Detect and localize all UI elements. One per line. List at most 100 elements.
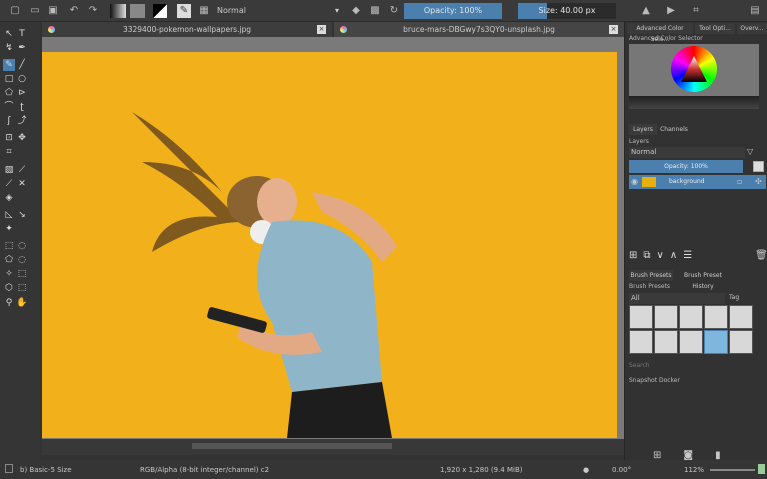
canvas-area[interactable] <box>42 37 624 455</box>
mirror-horizontal-icon[interactable]: ▲ <box>639 4 653 18</box>
alpha-icon[interactable]: ✣ <box>755 177 762 186</box>
freehand-path-icon[interactable]: ʈ <box>16 101 28 113</box>
multibrush-icon[interactable]: ⤴ <box>16 115 28 127</box>
gradient-swatch[interactable] <box>110 4 126 18</box>
close-tab-icon[interactable]: × <box>317 25 326 34</box>
freehand-select-icon[interactable]: ◌ <box>16 254 28 266</box>
ellipse-select-icon[interactable]: ◌ <box>16 240 28 252</box>
reload-icon[interactable]: ↻ <box>387 4 401 18</box>
opacity-slider[interactable]: Opacity: 100% <box>404 3 502 19</box>
brush-tool-icon[interactable]: ✎ <box>3 59 15 71</box>
bezier-tool-icon[interactable]: ⌒ <box>3 101 15 113</box>
move-tool-icon[interactable]: ✥ <box>16 132 28 144</box>
canvas-image[interactable] <box>42 52 617 438</box>
polyline-tool-icon[interactable]: ⊳ <box>16 87 28 99</box>
horizontal-scrollbar[interactable] <box>42 439 624 455</box>
tab-brush-preset-history[interactable]: Brush Preset History <box>675 270 731 290</box>
layer-blend-select[interactable]: Normal <box>629 147 745 158</box>
duplicate-layer-icon[interactable]: ⧉ <box>643 250 656 261</box>
text-tool-icon[interactable]: T <box>16 28 28 40</box>
fill-tool-icon[interactable]: ◈ <box>3 192 15 204</box>
brush-preset-paint[interactable] <box>729 330 753 354</box>
layer-properties-icon[interactable] <box>753 161 764 172</box>
ellipse-tool-icon[interactable]: ○ <box>16 73 28 85</box>
mirror-vertical-icon[interactable]: ▶ <box>664 4 678 18</box>
blend-mode-select[interactable]: Normal ▾ <box>213 4 343 18</box>
polygon-select-icon[interactable]: ⬠ <box>3 254 15 266</box>
delete-layer-icon[interactable]: 🗑 <box>755 250 767 261</box>
fg-bg-color-icon[interactable] <box>153 4 167 18</box>
brush-filter-select[interactable]: All <box>629 293 725 304</box>
tab-tool-options[interactable]: Tool Opti... <box>695 23 735 34</box>
move-up-icon[interactable]: ∧ <box>670 250 683 261</box>
brush-preset-basic-5-size[interactable] <box>704 330 728 354</box>
rectangle-tool-icon[interactable]: □ <box>3 73 15 85</box>
dynamic-brush-icon[interactable]: ʃ <box>3 115 15 127</box>
color-selector[interactable] <box>629 44 759 109</box>
brush-preset-airbrush[interactable] <box>679 305 703 329</box>
color-history[interactable] <box>629 96 759 109</box>
filter-icon[interactable]: ▽ <box>747 147 753 156</box>
tab-layers[interactable]: Layers <box>629 124 657 135</box>
similar-select-icon[interactable]: ⬚ <box>16 268 28 280</box>
tab-pokemon-wallpapers[interactable]: 3329400-pokemon-wallpapers.jpg × <box>42 22 332 37</box>
layer-opacity-slider[interactable]: Opacity: 100% <box>629 160 743 173</box>
tag-button[interactable]: Tag <box>729 294 739 301</box>
transform-tool-icon[interactable]: ⊡ <box>3 132 15 144</box>
edit-shape-icon[interactable]: ↯ <box>3 42 15 54</box>
zoom-slider[interactable] <box>710 469 755 471</box>
brush-preset-basic[interactable] <box>629 330 653 354</box>
gradient-tool-icon[interactable]: ▧ <box>3 164 15 176</box>
magnetic-select-icon[interactable]: ⬚ <box>16 282 28 294</box>
assistant-tool-icon[interactable]: ✕ <box>16 178 28 190</box>
pan-tool-icon[interactable]: ✋ <box>16 297 28 309</box>
crop-tool-icon[interactable]: ⌗ <box>3 146 15 158</box>
layer-row[interactable]: ◉ background ▫ ✣ <box>629 175 766 189</box>
rotation-icon[interactable]: ● <box>583 466 589 474</box>
brush-preset-pencil-blue[interactable] <box>654 305 678 329</box>
redo-icon[interactable]: ↷ <box>86 4 100 18</box>
fit-icon[interactable] <box>758 464 765 474</box>
smart-patch-icon[interactable]: ⟋ <box>3 178 15 190</box>
tab-advanced-color-selector[interactable]: Advanced Color Sele... <box>627 23 693 43</box>
brush-preset-soft[interactable] <box>654 330 678 354</box>
tab-bruce-mars[interactable]: bruce-mars-DBGwy7s3QY0-unsplash.jpg × <box>334 22 624 37</box>
bezier-select-icon[interactable]: ⬡ <box>3 282 15 294</box>
docker-toggle-icon[interactable]: ▤ <box>748 4 762 18</box>
status-brush[interactable]: b) Basic-5 Size <box>20 466 72 474</box>
size-slider[interactable]: Size: 40.00 px <box>518 3 616 19</box>
move-down-icon[interactable]: ∨ <box>657 250 670 261</box>
color-picker-icon[interactable]: ⟋ <box>16 164 28 176</box>
open-folder-icon[interactable]: ▭ <box>28 4 42 18</box>
rect-select-icon[interactable]: ⬚ <box>3 240 15 252</box>
scrollbar-thumb[interactable] <box>192 443 392 449</box>
grid-icon[interactable]: ▦ <box>197 4 211 18</box>
save-icon[interactable]: ▣ <box>46 4 60 18</box>
tab-brush-presets[interactable]: Brush Presets <box>629 270 673 281</box>
tab-channels[interactable]: Channels <box>659 124 689 135</box>
brush-preset-icon[interactable]: ✎ <box>177 4 191 18</box>
lock-icon[interactable]: ▫ <box>737 177 742 186</box>
alpha-lock-icon[interactable]: ▩ <box>368 4 382 18</box>
reference-tool-icon[interactable]: ↘ <box>16 209 28 221</box>
eraser-icon[interactable]: ◆ <box>349 4 363 18</box>
polygon-tool-icon[interactable]: ⬠ <box>3 87 15 99</box>
brush-search-input[interactable]: Search <box>629 362 650 369</box>
measure-tool-icon[interactable]: ◺ <box>3 209 15 221</box>
select-arrow-icon[interactable]: ↖ <box>3 28 15 40</box>
brush-preset-eraser[interactable] <box>629 305 653 329</box>
brush-preset-blender[interactable] <box>679 330 703 354</box>
visibility-eye-icon[interactable]: ◉ <box>631 177 638 186</box>
brush-preset-marker[interactable] <box>729 305 753 329</box>
new-document-icon[interactable]: ▢ <box>8 4 22 18</box>
calligraphy-icon[interactable]: ✒ <box>16 42 28 54</box>
undo-icon[interactable]: ↶ <box>67 4 81 18</box>
pattern-swatch[interactable] <box>130 4 145 18</box>
zoom-tool-icon[interactable]: ⚲ <box>3 297 15 309</box>
wrap-icon[interactable]: ⌗ <box>689 4 703 18</box>
contiguous-select-icon[interactable]: ✧ <box>3 268 15 280</box>
close-tab-icon[interactable]: × <box>609 25 618 34</box>
pin-icon[interactable]: ✦ <box>3 223 15 235</box>
line-tool-icon[interactable]: ╱ <box>16 59 28 71</box>
brush-preset-ink-pen[interactable] <box>704 305 728 329</box>
